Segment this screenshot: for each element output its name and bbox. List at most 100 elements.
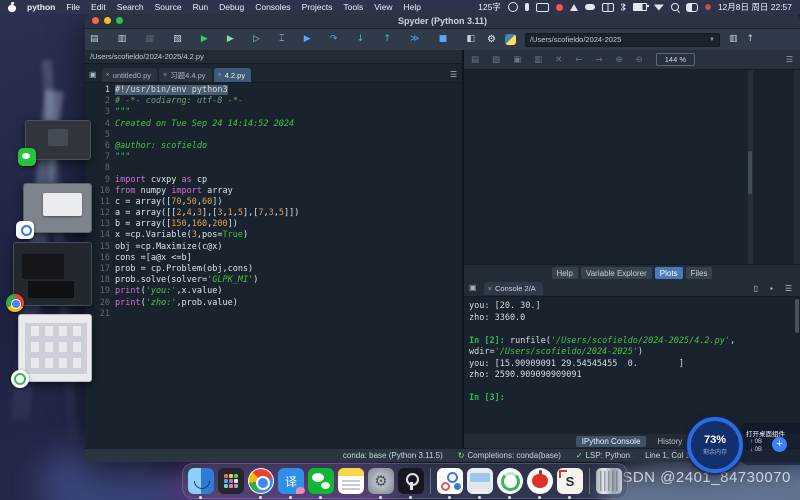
shapes-icon[interactable] — [570, 4, 578, 11]
console-tab[interactable]: × Console 2/A — [484, 282, 543, 295]
face-icon[interactable] — [508, 2, 518, 12]
run-file-icon[interactable]: ▶ — [201, 35, 208, 44]
search-icon[interactable] — [671, 3, 679, 11]
debug-continue-icon[interactable]: ≫ — [410, 35, 419, 44]
step-over-icon[interactable]: ↷ — [330, 35, 338, 44]
close-icon[interactable]: × — [106, 72, 110, 79]
menu-item-search[interactable]: Search — [117, 2, 144, 12]
tab-ipython-console[interactable]: IPython Console — [576, 436, 647, 447]
menu-item-consoles[interactable]: Consoles — [255, 2, 290, 12]
menu-clock[interactable]: 12月8日 周日 22:57 — [718, 1, 792, 13]
tab-files[interactable]: Files — [686, 267, 713, 279]
next-plot-icon[interactable]: → — [595, 55, 602, 65]
dock-red-apple-app-icon[interactable] — [527, 468, 553, 494]
dock-trash-icon[interactable] — [596, 468, 622, 494]
menu-item-run[interactable]: Run — [193, 2, 209, 12]
keyboard-icon[interactable] — [536, 3, 549, 12]
step-into-icon[interactable]: ↓ — [357, 35, 365, 44]
dock-translate-app-icon[interactable]: 译 — [278, 468, 304, 494]
cloud-icon[interactable] — [585, 4, 595, 10]
close-window-button[interactable] — [92, 17, 99, 24]
bluetooth-icon[interactable] — [621, 3, 626, 11]
menu-item-source[interactable]: Source — [155, 2, 182, 12]
menu-item-file[interactable]: File — [66, 2, 80, 12]
editor-tab-4.2.py[interactable]: ×4.2.py — [214, 68, 252, 82]
appstore-window-preview[interactable] — [18, 314, 92, 382]
chrome-window-preview[interactable] — [13, 242, 92, 306]
input-method-indicator[interactable]: 125字 — [478, 1, 501, 13]
editor-options-icon[interactable]: ☰ — [450, 70, 457, 79]
battery-icon[interactable] — [633, 3, 647, 11]
dock-green-ring-app-icon[interactable] — [497, 468, 523, 494]
console-browse-tabs-icon[interactable]: ▣ — [469, 283, 477, 292]
zoom-in-icon[interactable]: ⊕ — [616, 55, 623, 65]
memory-widget-circle[interactable]: 73% 剩余内存 — [687, 417, 743, 473]
copy-plot-icon[interactable]: ▣ — [513, 55, 521, 65]
zoom-window-button[interactable] — [116, 17, 123, 24]
menu-app-name[interactable]: python — [27, 2, 55, 12]
zoom-out-icon[interactable]: ⊖ — [636, 55, 643, 65]
tab-variable-explorer[interactable]: Variable Explorer — [581, 267, 652, 279]
editor-tab-习题4.4.py[interactable]: ×习题4.4.py — [159, 68, 212, 82]
status-lsp[interactable]: ✓LSP: Python — [576, 451, 630, 460]
dock-notes-icon[interactable] — [338, 468, 364, 494]
close-icon[interactable]: × — [218, 72, 222, 79]
remove-plot-icon[interactable]: ▥ — [534, 55, 542, 65]
mic-icon[interactable] — [525, 3, 529, 11]
tab-plots[interactable]: Plots — [655, 267, 683, 279]
new-file-icon[interactable]: ▤ — [90, 35, 99, 44]
screen-record-icon[interactable] — [556, 4, 563, 11]
menu-item-projects[interactable]: Projects — [302, 2, 333, 12]
open-file-icon[interactable]: ▥ — [118, 35, 127, 44]
recording-dot-icon[interactable] — [705, 4, 711, 10]
remove-all-plots-icon[interactable]: ✕ — [555, 55, 562, 65]
run-cell-advance-icon[interactable]: ▷ — [253, 35, 260, 44]
dock-wechat-icon[interactable] — [308, 468, 334, 494]
save-icon[interactable]: ▦ — [145, 35, 154, 44]
env-icon[interactable]: ▪ — [770, 284, 773, 293]
wechat-window-preview[interactable] — [25, 120, 91, 160]
window-titlebar[interactable]: Spyder (Python 3.11) — [85, 13, 800, 29]
sunlogin-window-preview[interactable] — [23, 183, 92, 233]
editor-tab-untitled0.py[interactable]: ×untitled0.py — [102, 68, 157, 82]
dock-photo-viewer-icon[interactable] — [467, 468, 493, 494]
stop-debug-icon[interactable]: ■ — [439, 35, 448, 44]
menu-item-view[interactable]: View — [374, 2, 392, 12]
wifi-icon[interactable] — [654, 4, 664, 11]
status-conda[interactable]: conda: base (Python 3.11.5) — [343, 451, 443, 460]
tab-history[interactable]: History — [651, 436, 688, 447]
dock-system-settings-icon[interactable]: ⚙ — [368, 468, 394, 494]
browse-tabs-icon[interactable]: ▣ — [89, 70, 97, 79]
plots-zoom-level[interactable]: 144 % — [656, 53, 695, 66]
run-selection-icon[interactable]: ⌶ — [279, 35, 284, 44]
run-cell-icon[interactable]: ▶ — [227, 35, 234, 44]
tab-help[interactable]: Help — [552, 267, 578, 279]
stage-manager-icon[interactable] — [602, 3, 614, 12]
python-logo-icon[interactable] — [505, 34, 516, 45]
menu-item-edit[interactable]: Edit — [91, 2, 106, 12]
menu-item-help[interactable]: Help — [404, 2, 421, 12]
code-editor[interactable]: 123456789101112131415161718192021 #!/usr… — [85, 83, 462, 448]
close-icon[interactable]: × — [163, 72, 167, 79]
preferences-icon[interactable]: ⚙ — [487, 35, 496, 45]
plots-options-icon[interactable]: ☰ — [786, 55, 793, 64]
save-all-plots-icon[interactable]: ▧ — [492, 55, 500, 65]
dock-finder-icon[interactable] — [188, 468, 214, 494]
dock-sunlogin-icon[interactable] — [437, 468, 463, 494]
save-all-icon[interactable]: ▧ — [173, 35, 182, 44]
previous-plot-icon[interactable]: ← — [575, 55, 582, 65]
minimize-window-button[interactable] — [104, 17, 111, 24]
working-directory-combo[interactable]: /Users/scofieldo/2024-2025 ▼ — [525, 33, 720, 47]
close-icon[interactable]: × — [488, 284, 492, 293]
browse-directory-icon[interactable]: ▥ — [729, 35, 738, 44]
dock-keychain-icon[interactable] — [398, 468, 424, 494]
dock-launchpad-icon[interactable] — [218, 468, 244, 494]
dock-chrome-icon[interactable] — [248, 468, 274, 494]
memory-widget-add-button[interactable]: + — [772, 437, 787, 452]
menu-item-tools[interactable]: Tools — [343, 2, 363, 12]
options-menu-icon[interactable]: ☰ — [785, 284, 792, 293]
plots-thumbnail-column[interactable] — [752, 70, 794, 264]
inspect-icon[interactable]: ▯ — [754, 284, 758, 293]
parent-directory-icon[interactable]: ↑ — [746, 35, 754, 44]
control-center-icon[interactable] — [686, 3, 698, 12]
